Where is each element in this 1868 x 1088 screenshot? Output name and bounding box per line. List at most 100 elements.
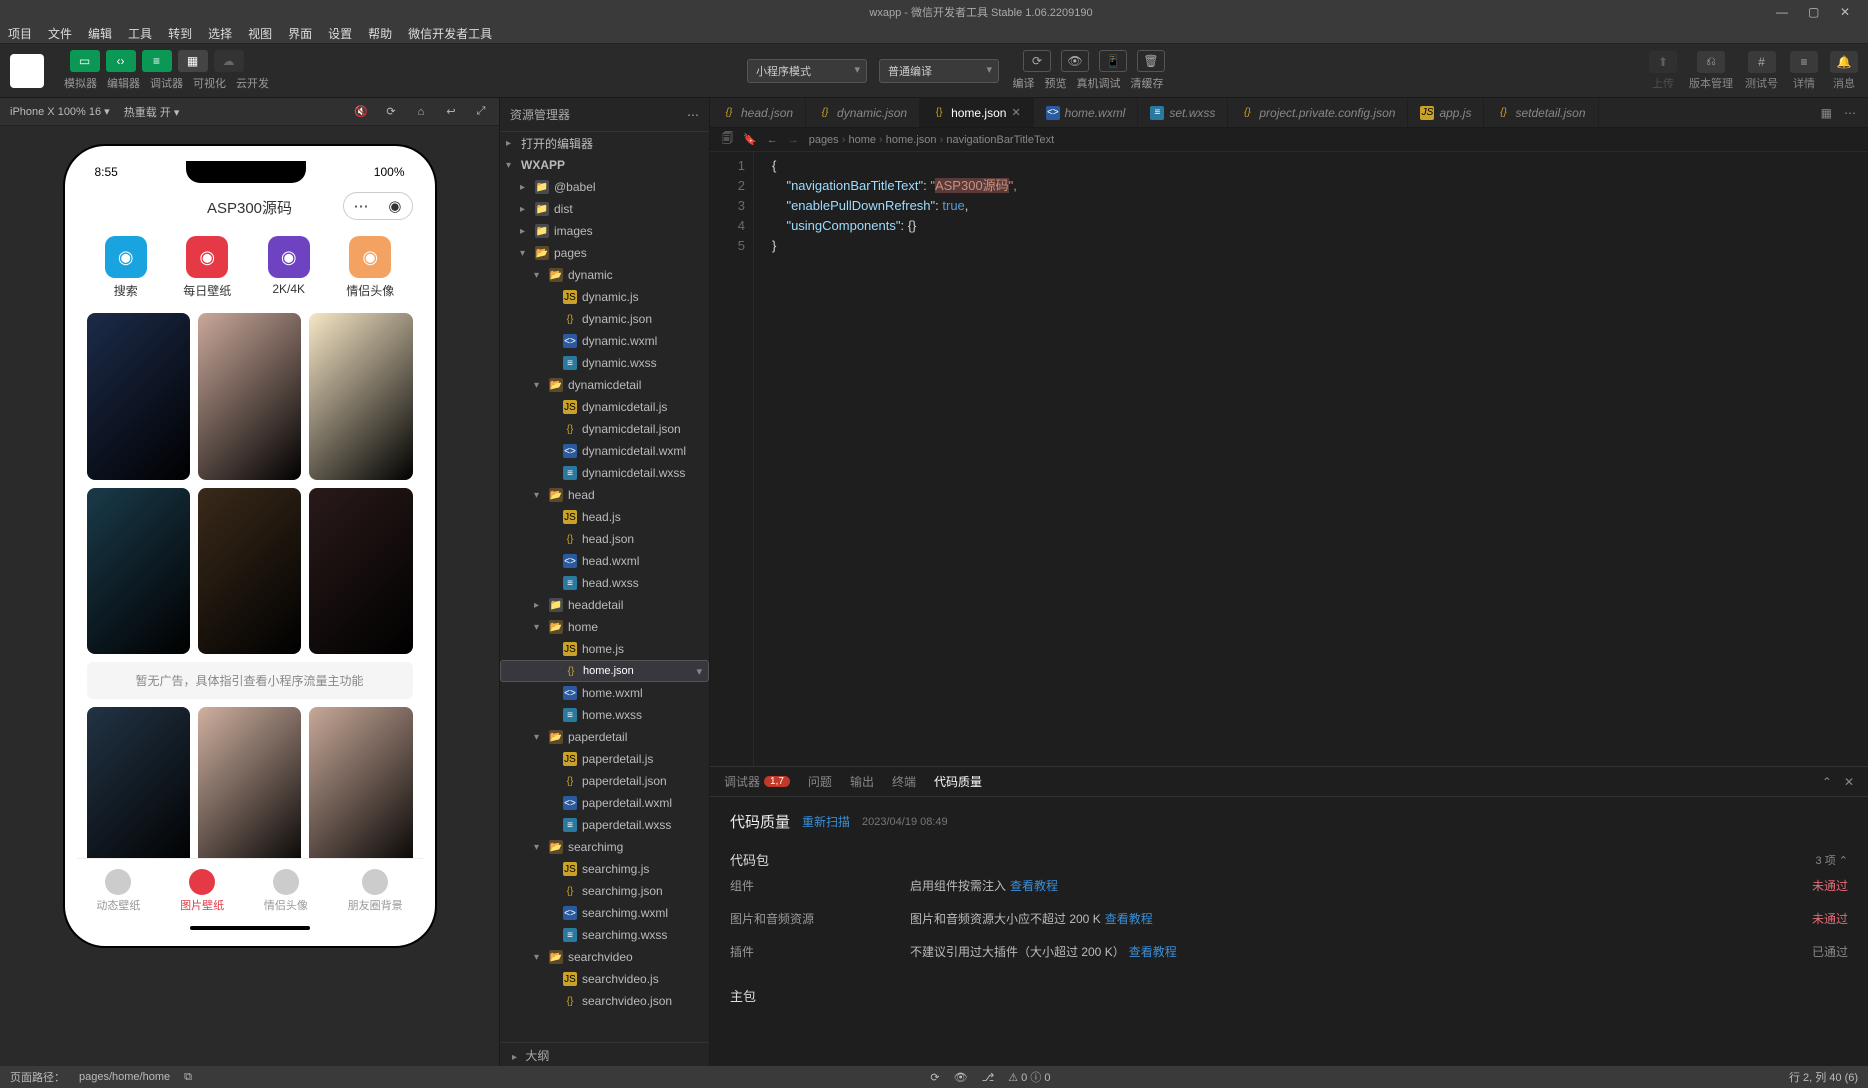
menu-工具[interactable]: 工具	[128, 25, 152, 42]
tree-home.json[interactable]: {}home.json	[500, 660, 709, 682]
page-path[interactable]: pages/home/home	[79, 1071, 170, 1083]
tree-paperdetail.wxml[interactable]: <>paperdetail.wxml	[500, 792, 709, 814]
tree-head.wxml[interactable]: <>head.wxml	[500, 550, 709, 572]
wallpaper-thumb[interactable]	[309, 707, 412, 858]
tree-searchimg.js[interactable]: JSsearchimg.js	[500, 858, 709, 880]
tree-dynamicdetail[interactable]: ▾📂dynamicdetail	[500, 374, 709, 396]
tab-action-icon[interactable]: ▦	[1821, 106, 1832, 120]
tree-home.js[interactable]: JShome.js	[500, 638, 709, 660]
back-icon[interactable]: ↩	[443, 104, 459, 120]
tree-head.js[interactable]: JShead.js	[500, 506, 709, 528]
branch-icon[interactable]: ⎇	[982, 1071, 995, 1084]
eye-icon[interactable]: 👁	[954, 1071, 968, 1084]
compile-target-select[interactable]: 普通编译	[879, 59, 999, 83]
crumb-home[interactable]: home	[848, 134, 876, 146]
panel-tab-输出[interactable]: 输出	[850, 773, 874, 790]
tree-paperdetail.json[interactable]: {}paperdetail.json	[500, 770, 709, 792]
tree-dynamic[interactable]: ▾📂dynamic	[500, 264, 709, 286]
tree-searchvideo.js[interactable]: JSsearchvideo.js	[500, 968, 709, 990]
nav-back-icon[interactable]: ←	[767, 134, 778, 146]
tree-dynamicdetail.js[interactable]: JSdynamicdetail.js	[500, 396, 709, 418]
tab-情侣头像[interactable]: 情侣头像	[264, 869, 308, 913]
menu-设置[interactable]: 设置	[328, 25, 352, 42]
explorer-more-icon[interactable]: ⋯	[687, 108, 699, 122]
tree-searchvideo[interactable]: ▾📂searchvideo	[500, 946, 709, 968]
menu-界面[interactable]: 界面	[288, 25, 312, 42]
tab-head.json[interactable]: {}head.json	[710, 98, 806, 127]
panel-tab-代码质量[interactable]: 代码质量	[934, 773, 982, 790]
tab-action-icon[interactable]: ⋯	[1844, 106, 1856, 120]
menu-微信开发者工具[interactable]: 微信开发者工具	[408, 25, 492, 42]
problems-count[interactable]: ⚠ 0 ⓘ 0	[1008, 1069, 1050, 1085]
版本管理-button[interactable]: ⎌	[1697, 51, 1725, 73]
tab-home.json[interactable]: {}home.json✕	[920, 98, 1034, 127]
crumb-home.json[interactable]: home.json	[886, 134, 937, 146]
tree-images[interactable]: ▸📁images	[500, 220, 709, 242]
refresh-icon[interactable]: ⟳	[383, 104, 399, 120]
clear-cache-button[interactable]: 🗑	[1137, 50, 1165, 72]
editor-button[interactable]: ‹›	[106, 50, 136, 72]
bookmark-icon[interactable]: 🔖	[743, 133, 757, 146]
menu-编辑[interactable]: 编辑	[88, 25, 112, 42]
device-select[interactable]: iPhone X 100% 16 ▾	[10, 105, 110, 118]
menu-项目[interactable]: 项目	[8, 25, 32, 42]
close-tab-icon[interactable]: ✕	[1011, 106, 1020, 119]
wallpaper-thumb[interactable]	[198, 313, 301, 480]
simulator-button[interactable]: ▭	[70, 50, 100, 72]
capsule[interactable]: ⋯◉	[343, 192, 413, 220]
files-icon[interactable]: 🗐	[722, 130, 733, 149]
crumb-navigationBarTitleText[interactable]: navigationBarTitleText	[946, 134, 1054, 146]
preview-button[interactable]: 👁	[1061, 50, 1089, 72]
panel-tab-问题[interactable]: 问题	[808, 773, 832, 790]
wallpaper-thumb[interactable]	[309, 488, 412, 655]
nav-fwd-icon[interactable]: →	[788, 134, 799, 146]
crumb-pages[interactable]: pages	[809, 134, 839, 146]
tree-head[interactable]: ▾📂head	[500, 484, 709, 506]
tree-home.wxml[interactable]: <>home.wxml	[500, 682, 709, 704]
rescan-link[interactable]: 重新扫描	[802, 813, 850, 830]
minimize-icon[interactable]: —	[1776, 5, 1790, 19]
tree-dynamicdetail.wxss[interactable]: ≡dynamicdetail.wxss	[500, 462, 709, 484]
tutorial-link[interactable]: 查看教程	[1010, 879, 1058, 893]
tab-setdetail.json[interactable]: {}setdetail.json	[1484, 98, 1598, 127]
tutorial-link[interactable]: 查看教程	[1129, 945, 1177, 959]
tree-dynamicdetail.wxml[interactable]: <>dynamicdetail.wxml	[500, 440, 709, 462]
tree-paperdetail.js[interactable]: JSpaperdetail.js	[500, 748, 709, 770]
tree-@babel[interactable]: ▸📁@babel	[500, 176, 709, 198]
tab-朋友圈背景[interactable]: 朋友圈背景	[348, 869, 403, 913]
compile-mode-select[interactable]: 小程序模式	[747, 59, 867, 83]
panel-up-icon[interactable]: ⌃	[1822, 775, 1832, 789]
详情-button[interactable]: ≡	[1790, 51, 1818, 73]
tab-project.private.config.json[interactable]: {}project.private.config.json	[1228, 98, 1408, 127]
home-icon[interactable]: ⌂	[413, 104, 429, 120]
tree-searchimg.wxss[interactable]: ≡searchimg.wxss	[500, 924, 709, 946]
panel-close-icon[interactable]: ✕	[1844, 775, 1854, 789]
消息-button[interactable]: 🔔	[1830, 51, 1858, 73]
tree-home[interactable]: ▾📂home	[500, 616, 709, 638]
tab-动态壁纸[interactable]: 动态壁纸	[96, 869, 140, 913]
tab-home.wxml[interactable]: <>home.wxml	[1034, 98, 1139, 127]
outline-section[interactable]: ▸ 大纲	[500, 1042, 709, 1066]
tree-searchimg.wxml[interactable]: <>searchimg.wxml	[500, 902, 709, 924]
上传-button[interactable]: ⬆	[1649, 51, 1677, 73]
close-icon[interactable]: ✕	[1840, 5, 1854, 19]
tree-dynamic.wxss[interactable]: ≡dynamic.wxss	[500, 352, 709, 374]
maximize-icon[interactable]: ▢	[1808, 5, 1822, 19]
nav-搜索[interactable]: ◉搜索	[105, 236, 147, 299]
menu-选择[interactable]: 选择	[208, 25, 232, 42]
tab-app.js[interactable]: JSapp.js	[1408, 98, 1484, 127]
sync-icon[interactable]: ⟳	[930, 1071, 939, 1084]
tree-searchimg[interactable]: ▾📂searchimg	[500, 836, 709, 858]
project-root[interactable]: ▾WXAPP	[500, 154, 709, 176]
menu-转到[interactable]: 转到	[168, 25, 192, 42]
visual-button[interactable]: ▦	[178, 50, 208, 72]
panel-tab-调试器[interactable]: 调试器1,7	[724, 773, 790, 790]
tree-paperdetail.wxss[interactable]: ≡paperdetail.wxss	[500, 814, 709, 836]
section-count[interactable]: 3 项 ⌃	[1816, 852, 1848, 868]
tree-home.wxss[interactable]: ≡home.wxss	[500, 704, 709, 726]
测试号-button[interactable]: #	[1748, 51, 1776, 73]
menu-文件[interactable]: 文件	[48, 25, 72, 42]
tree-searchimg.json[interactable]: {}searchimg.json	[500, 880, 709, 902]
panel-tab-终端[interactable]: 终端	[892, 773, 916, 790]
tree-headdetail[interactable]: ▸📁headdetail	[500, 594, 709, 616]
